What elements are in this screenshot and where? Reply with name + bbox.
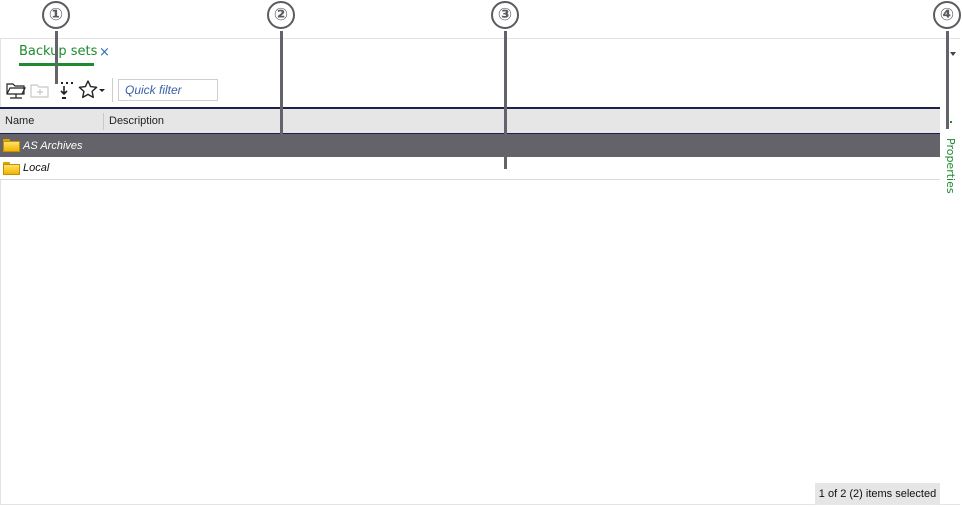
folder-icon xyxy=(3,161,20,175)
chevron-down-icon xyxy=(99,89,105,92)
row-name: AS Archives xyxy=(23,139,83,152)
row-name: Local xyxy=(23,162,50,174)
column-header-name[interactable]: Name xyxy=(0,112,104,130)
callout-number: ④ xyxy=(933,1,961,29)
column-header-description[interactable]: Description xyxy=(104,113,164,130)
network-folder-icon xyxy=(6,83,26,99)
callout-number: ② xyxy=(267,1,295,29)
callout-line xyxy=(54,31,58,84)
status-bar: 1 of 2 (2) items selected xyxy=(815,483,940,505)
properties-side-tab[interactable]: Properties xyxy=(944,138,957,194)
table-row[interactable]: AS Archives xyxy=(0,134,940,157)
callout-line xyxy=(279,31,283,135)
callout-number: ① xyxy=(42,1,70,29)
callout-1: ① xyxy=(41,1,71,84)
favorites-button[interactable] xyxy=(76,78,106,102)
callout-3: ③ xyxy=(490,1,520,169)
callout-line xyxy=(945,31,949,129)
callout-number: ③ xyxy=(491,1,519,29)
grid-header: Name Description xyxy=(0,107,940,134)
star-icon xyxy=(78,80,98,99)
callout-4: ④ xyxy=(932,1,962,129)
quick-filter-input[interactable] xyxy=(118,79,218,101)
tab-close-icon[interactable]: × xyxy=(99,45,110,60)
callout-2: ② xyxy=(266,1,296,135)
toolbar xyxy=(4,78,218,102)
folder-icon xyxy=(3,139,20,152)
table-row[interactable]: Local xyxy=(0,157,940,180)
callout-line xyxy=(503,31,507,169)
toolbar-separator xyxy=(112,78,113,102)
backup-sets-grid: Name Description AS Archives Local xyxy=(0,107,940,180)
open-network-folder-button[interactable] xyxy=(4,78,28,102)
